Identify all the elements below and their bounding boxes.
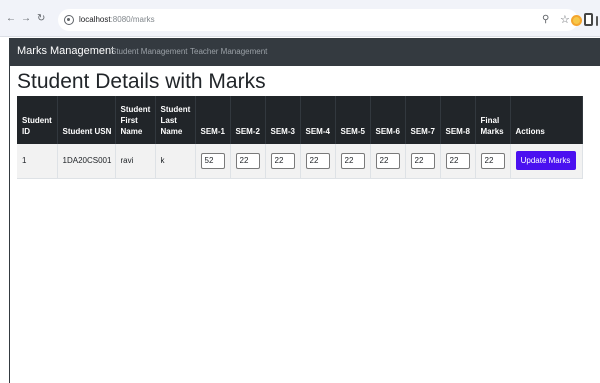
sem-2-input[interactable]: [235, 152, 260, 169]
header-actions: Actions: [510, 96, 583, 144]
forward-icon[interactable]: →: [21, 14, 31, 24]
back-icon[interactable]: ←: [6, 14, 16, 24]
site-info-icon[interactable]: [64, 15, 74, 25]
menu-icon[interactable]: [596, 16, 598, 26]
extensions-puzzle-icon[interactable]: [584, 13, 593, 26]
sem-1-input[interactable]: [200, 152, 225, 169]
app-navbar: Marks Management Student Management Teac…: [9, 38, 600, 66]
zoom-icon[interactable]: ⚲: [542, 14, 549, 25]
reload-icon[interactable]: ↻: [37, 14, 45, 24]
sem-8-input[interactable]: [445, 152, 470, 169]
cell-first-name: ravi: [115, 144, 156, 179]
page-left-border: [9, 66, 10, 383]
brand-link[interactable]: Marks Management: [17, 45, 114, 57]
sem-7-input[interactable]: [410, 152, 435, 169]
header-final-marks: Final Marks: [475, 96, 511, 144]
browser-toolbar: ← → ↻ localhost:8080/marks ⚲ ☆: [0, 0, 600, 37]
cell-sem-7: [405, 144, 441, 179]
table-header-row: Student ID Student USN Student First Nam…: [17, 96, 583, 144]
header-first-name: Student First Name: [115, 96, 156, 144]
nav-teacher-management[interactable]: Teacher Management: [190, 47, 267, 56]
update-marks-button[interactable]: Update Marks: [515, 151, 576, 171]
sem-3-input[interactable]: [270, 152, 295, 169]
header-student-id: Student ID: [17, 96, 58, 144]
marks-table: Student ID Student USN Student First Nam…: [17, 96, 583, 179]
cell-student-id: 1: [17, 144, 58, 179]
cell-sem-2: [230, 144, 266, 179]
address-bar[interactable]: localhost:8080/marks ⚲ ☆: [58, 9, 578, 31]
cell-student-usn: 1DA20CS001: [57, 144, 116, 179]
header-student-usn: Student USN: [57, 96, 116, 144]
header-sem-4: SEM-4: [300, 96, 336, 144]
cell-final-marks: [475, 144, 511, 179]
cell-last-name: k: [155, 144, 196, 179]
header-sem-3: SEM-3: [265, 96, 301, 144]
header-sem-2: SEM-2: [230, 96, 266, 144]
cell-sem-4: [300, 144, 336, 179]
header-sem-5: SEM-5: [335, 96, 371, 144]
cell-actions: Update Marks: [510, 144, 583, 179]
header-sem-1: SEM-1: [195, 96, 231, 144]
url-text[interactable]: localhost:8080/marks: [79, 15, 155, 24]
cell-sem-8: [440, 144, 476, 179]
table-row: 1 1DA20CS001 ravi k Update Marks: [17, 144, 583, 179]
cell-sem-1: [195, 144, 231, 179]
extension-icon[interactable]: [571, 15, 582, 26]
cell-sem-6: [370, 144, 406, 179]
nav-student-management[interactable]: Student Management: [111, 47, 188, 56]
header-sem-6: SEM-6: [370, 96, 406, 144]
page-title: Student Details with Marks: [17, 70, 266, 93]
header-sem-7: SEM-7: [405, 96, 441, 144]
header-last-name: Student Last Name: [155, 96, 196, 144]
sem-4-input[interactable]: [305, 152, 330, 169]
header-sem-8: SEM-8: [440, 96, 476, 144]
star-icon[interactable]: ☆: [560, 13, 570, 26]
sem-5-input[interactable]: [340, 152, 365, 169]
final-marks-input[interactable]: [480, 152, 505, 169]
cell-sem-5: [335, 144, 371, 179]
cell-sem-3: [265, 144, 301, 179]
sem-6-input[interactable]: [375, 152, 400, 169]
